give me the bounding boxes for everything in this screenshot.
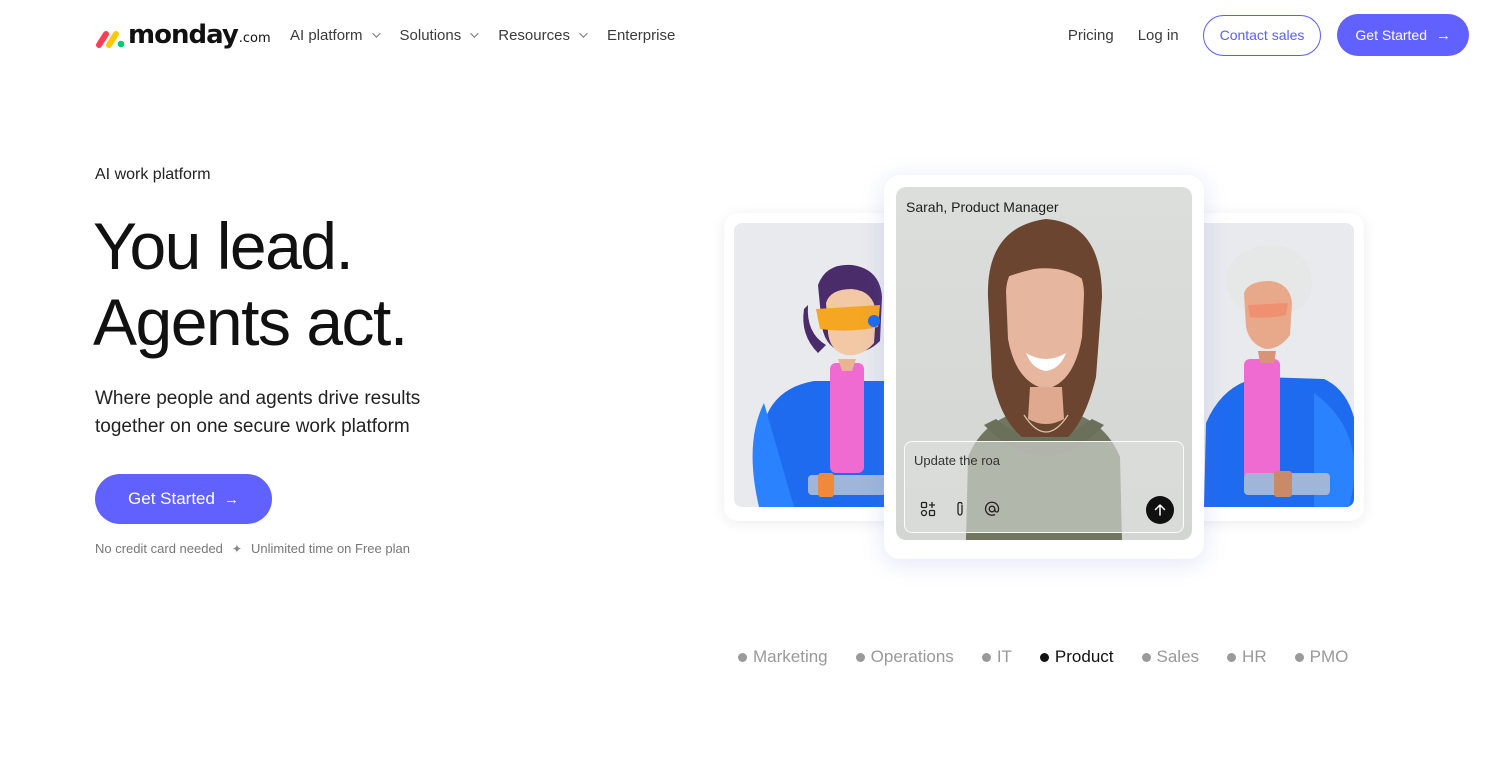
- nav-resources[interactable]: Resources: [498, 26, 588, 44]
- agent-photo: Sarah, Product Manager Update the roa: [896, 187, 1192, 540]
- fineprint-no-card: No credit card needed: [95, 541, 223, 556]
- tab-sales[interactable]: Sales: [1141, 647, 1200, 667]
- tab-hr[interactable]: HR: [1227, 647, 1267, 667]
- main-nav: AI platform Solutions Resources Enterpri…: [290, 22, 697, 48]
- page: monday .com AI platform Solutions Resour…: [0, 0, 1512, 772]
- nav-label: Resources: [498, 26, 570, 44]
- paperclip-icon[interactable]: [951, 500, 969, 518]
- agent-prompt-box[interactable]: Update the roa: [904, 441, 1184, 533]
- agent-card-main[interactable]: Sarah, Product Manager Update the roa: [884, 175, 1204, 559]
- chevron-down-icon: [579, 29, 588, 38]
- tab-dot: [1039, 652, 1049, 662]
- contact-sales-label: Contact sales: [1219, 27, 1305, 43]
- tab-it[interactable]: IT: [981, 647, 1012, 667]
- arrow-right-icon: →: [1436, 26, 1451, 44]
- header-actions: Pricing Log in Contact sales Get Started…: [1068, 14, 1469, 56]
- arrow-right-icon: →: [223, 490, 239, 508]
- hero-get-started-button[interactable]: Get Started →: [95, 474, 272, 524]
- sparkle-icon: ✦: [231, 541, 242, 556]
- monday-logo-icon: [96, 31, 125, 48]
- headline-line-2: Agents act.: [93, 285, 408, 359]
- hero-fineprint: No credit card needed ✦ Unlimited time o…: [95, 541, 410, 556]
- tab-dot: [738, 652, 747, 662]
- contact-sales-button[interactable]: Contact sales: [1202, 14, 1322, 56]
- chevron-down-icon: [470, 29, 479, 38]
- hero-eyebrow: AI work platform: [95, 166, 211, 183]
- department-tabs: Marketing Operations IT Product Sales HR…: [738, 645, 1376, 669]
- prompt-input[interactable]: Update the roa: [914, 453, 1000, 468]
- nav-solutions[interactable]: Solutions: [399, 26, 479, 44]
- nav-enterprise[interactable]: Enterprise: [607, 27, 675, 44]
- hero-subtext: Where people and agents drive results to…: [95, 388, 421, 437]
- apps-icon[interactable]: [919, 500, 937, 518]
- tab-dot: [1141, 652, 1151, 662]
- tab-label: IT: [996, 647, 1012, 666]
- chevron-down-icon: [371, 29, 381, 38]
- fineprint-free-plan: Unlimited time on Free plan: [250, 541, 410, 556]
- tab-dot: [1294, 652, 1304, 662]
- nav-ai-platform[interactable]: AI platform: [290, 26, 381, 44]
- logo-wordmark: monday: [128, 20, 239, 50]
- send-button[interactable]: [1146, 496, 1174, 524]
- tab-pmo[interactable]: PMO: [1294, 647, 1349, 667]
- hero-headline: You lead. Agents act.: [93, 208, 408, 360]
- cta-label: Get Started: [128, 489, 215, 508]
- tab-dot: [855, 652, 865, 662]
- monday-logo[interactable]: monday .com: [95, 18, 271, 50]
- tab-dot: [981, 652, 991, 662]
- header-get-started-button[interactable]: Get Started →: [1337, 14, 1469, 56]
- headline-line-1: You lead.: [93, 209, 354, 283]
- tab-label: Operations: [870, 647, 954, 666]
- tab-label: PMO: [1309, 647, 1349, 666]
- tab-label: Marketing: [753, 647, 828, 666]
- logo-suffix: .com: [238, 31, 271, 46]
- nav-label: Solutions: [399, 26, 462, 44]
- nav-label: AI platform: [290, 26, 363, 44]
- prompt-toolbar: [919, 500, 1015, 518]
- tab-operations[interactable]: Operations: [855, 647, 954, 667]
- tab-label: Sales: [1156, 647, 1200, 666]
- login-link[interactable]: Log in: [1138, 27, 1179, 44]
- tab-label: HR: [1242, 647, 1267, 666]
- nav-label: Enterprise: [606, 26, 676, 44]
- send-arrow-icon: [1154, 504, 1166, 516]
- at-icon[interactable]: [983, 500, 1001, 518]
- tab-dot: [1227, 652, 1237, 662]
- get-started-label: Get Started: [1355, 27, 1427, 43]
- tab-product[interactable]: Product: [1039, 647, 1114, 667]
- tab-marketing[interactable]: Marketing: [738, 647, 828, 667]
- pricing-link[interactable]: Pricing: [1068, 27, 1114, 44]
- agent-name-label: Sarah, Product Manager: [906, 199, 1059, 215]
- tab-label: Product: [1054, 647, 1114, 666]
- top-nav: monday .com AI platform Solutions Resour…: [0, 0, 1512, 70]
